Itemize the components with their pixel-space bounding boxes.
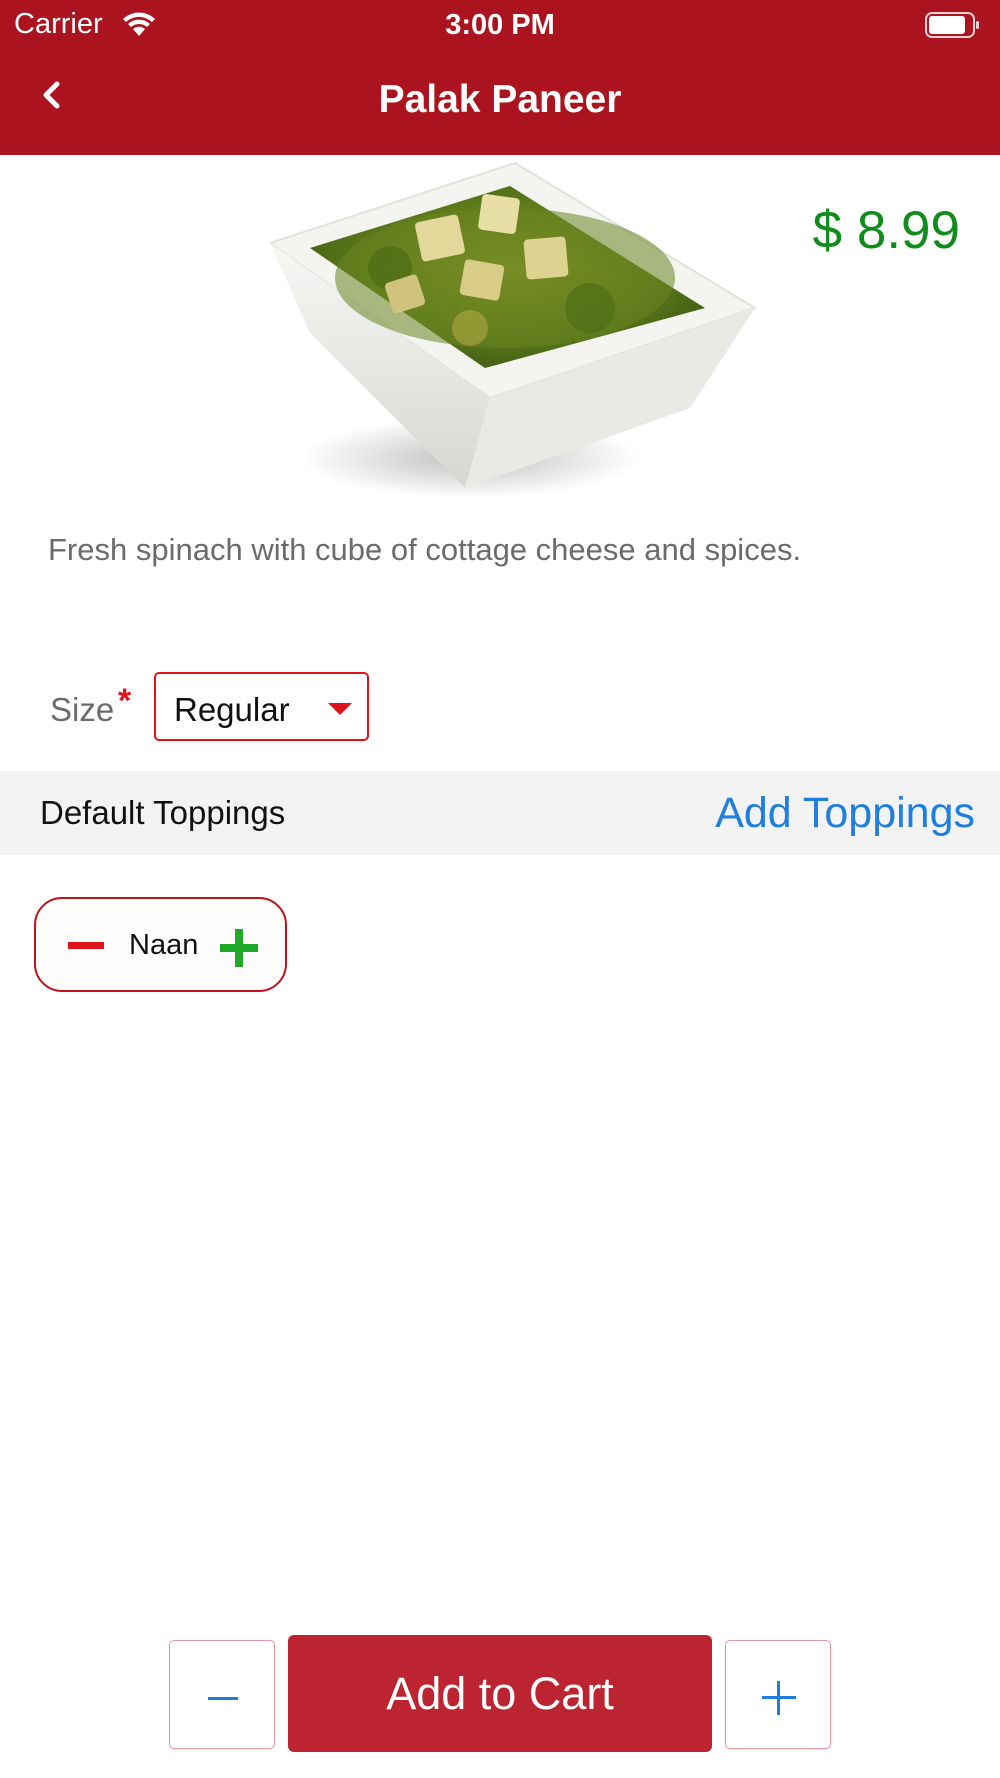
topping-chip: Naan xyxy=(34,897,287,992)
status-time: 3:00 PM xyxy=(445,9,555,41)
increase-quantity-button[interactable] xyxy=(725,1640,831,1749)
page-title: Palak Paneer xyxy=(378,78,622,121)
required-indicator: * xyxy=(118,682,132,720)
size-label: Size xyxy=(50,691,115,728)
topping-name: Naan xyxy=(129,929,199,961)
dish-image xyxy=(270,161,758,498)
dish-description: Fresh spinach with cube of cottage chees… xyxy=(48,532,802,567)
battery-icon xyxy=(925,12,979,38)
add-toppings-button[interactable]: Add Toppings xyxy=(715,789,975,838)
toppings-header: Default Toppings Add Toppings xyxy=(0,771,1000,855)
caret-down-icon xyxy=(328,703,352,715)
default-toppings-label: Default Toppings xyxy=(40,794,286,831)
navigation-bar: Carrier 3:00 PM Palak Paneer xyxy=(0,0,1000,155)
minus-icon[interactable] xyxy=(62,929,108,963)
decrease-quantity-button[interactable] xyxy=(169,1640,275,1749)
add-to-cart-button[interactable]: Add to Cart xyxy=(288,1635,712,1752)
price-label: $ 8.99 xyxy=(812,201,960,260)
plus-icon[interactable] xyxy=(218,927,260,969)
size-dropdown[interactable]: Regular xyxy=(154,672,369,741)
size-selected-value: Regular xyxy=(174,691,290,728)
